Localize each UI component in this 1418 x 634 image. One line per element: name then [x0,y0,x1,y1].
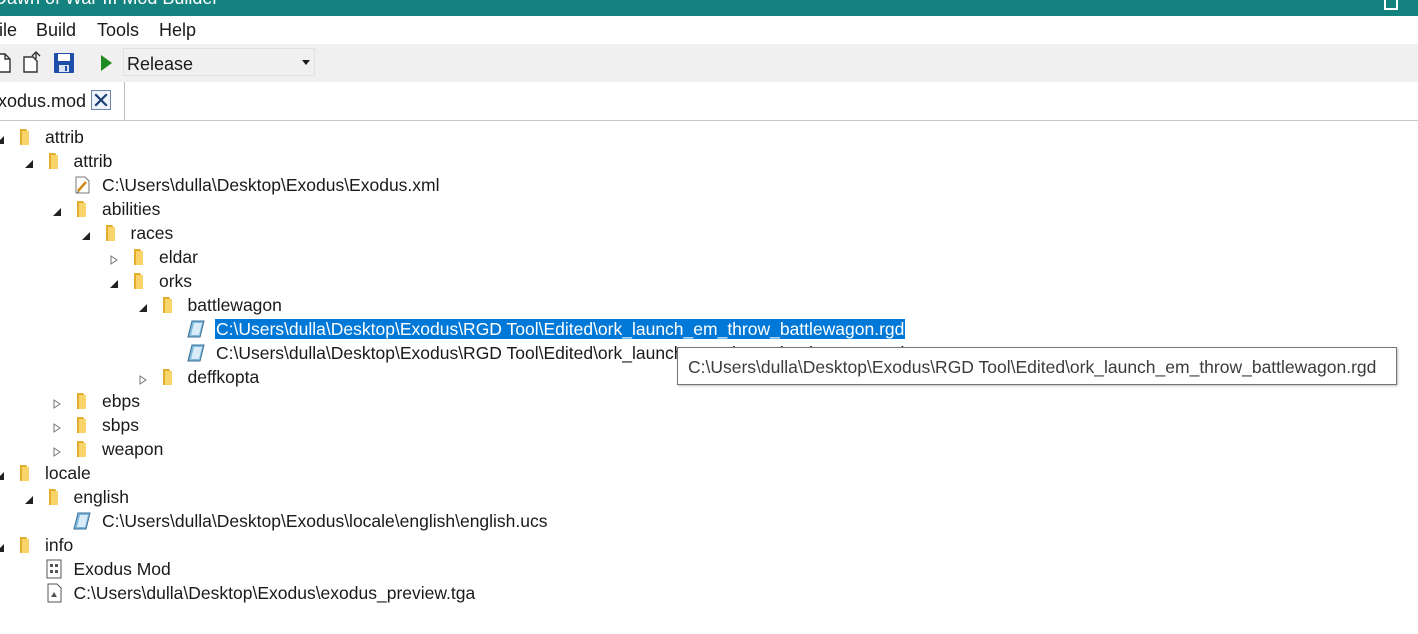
info-file-icon [44,559,64,579]
tree-node-label[interactable]: abilities [101,199,161,219]
menu-bar: ile Build Tools Help [0,16,1418,44]
tree-node-label[interactable]: ebps [101,391,141,411]
expanded-arrow-icon[interactable] [109,276,119,288]
expanded-arrow-icon[interactable] [0,468,5,480]
tree-node-label[interactable]: Exodus Mod [73,559,172,579]
folder-icon [72,415,92,435]
tree-row[interactable]: C:\Users\dulla\Desktop\Exodus\exodus_pre… [0,581,1418,605]
tree-row[interactable]: battlewagon [0,293,1418,317]
tree-node-label[interactable]: C:\Users\dulla\Desktop\Exodus\Exodus.xml [101,175,441,195]
tree-node-label[interactable]: battlewagon [187,295,283,315]
folder-icon [158,367,178,387]
tree-row[interactable]: ebps [0,389,1418,413]
path-tooltip: C:\Users\dulla\Desktop\Exodus\RGD Tool\E… [677,347,1397,385]
menu-file[interactable]: ile [0,20,17,41]
expanded-arrow-icon[interactable] [138,300,148,312]
tab-label: xodus.mod [0,91,87,111]
close-icon[interactable] [91,90,111,110]
tree-node-label[interactable]: C:\Users\dulla\Desktop\Exodus\exodus_pre… [73,583,477,603]
menu-build[interactable]: Build [36,20,76,41]
tree-node-label[interactable]: eldar [158,247,199,267]
run-icon[interactable] [96,51,118,75]
expanded-arrow-icon[interactable] [24,156,34,168]
folder-icon [15,127,35,147]
expanded-arrow-icon[interactable] [24,492,34,504]
tree-node-label[interactable]: english [73,487,130,507]
expanded-arrow-icon[interactable] [52,204,62,216]
tree-node-label[interactable]: weapon [101,439,164,459]
folder-icon [158,295,178,315]
maximize-icon[interactable] [1384,0,1398,10]
tooltip-text: C:\Users\dulla\Desktop\Exodus\RGD Tool\E… [688,357,1377,377]
tree-row[interactable]: abilities [0,197,1418,221]
tree-row[interactable]: attrib [0,149,1418,173]
menu-tools[interactable]: Tools [97,20,139,41]
tree-node-label[interactable]: locale [44,463,92,483]
tree-node-label[interactable]: deffkopta [187,367,261,387]
folder-icon [44,151,64,171]
tree-row[interactable]: locale [0,461,1418,485]
ucs-file-icon [72,511,92,531]
tree-row[interactable]: C:\Users\dulla\Desktop\Exodus\Exodus.xml [0,173,1418,197]
tree-node-label[interactable]: attrib [44,127,85,147]
new-file-icon[interactable] [0,51,14,75]
folder-icon [101,223,121,243]
rgd-file-icon [186,319,206,339]
collapsed-arrow-icon[interactable] [52,396,62,409]
folder-icon [15,463,35,483]
folder-icon [72,391,92,411]
rgd-file-icon [186,343,206,363]
tree-node-label[interactable]: C:\Users\dulla\Desktop\Exodus\locale\eng… [101,511,549,531]
expanded-arrow-icon[interactable] [0,540,5,552]
tree-node-label[interactable]: C:\Users\dulla\Desktop\Exodus\RGD Tool\E… [215,319,906,339]
folder-icon [72,439,92,459]
image-file-icon [44,583,64,603]
window-title: Dawn of War III Mod Builder [0,0,218,9]
tree-row[interactable]: orks [0,269,1418,293]
folder-icon [44,487,64,507]
chevron-down-icon[interactable] [302,60,310,65]
folder-icon [129,271,149,291]
tree-node-label[interactable]: races [130,223,175,243]
tree-row[interactable]: C:\Users\dulla\Desktop\Exodus\locale\eng… [0,509,1418,533]
tree-row[interactable]: Exodus Mod [0,557,1418,581]
tree-node-label[interactable]: attrib [73,151,114,171]
folder-icon [72,199,92,219]
collapsed-arrow-icon[interactable] [52,420,62,433]
collapsed-arrow-icon[interactable] [138,372,148,385]
expanded-arrow-icon[interactable] [0,132,5,144]
tree-node-label[interactable]: info [44,535,74,555]
tree-node-label[interactable]: orks [158,271,193,291]
collapsed-arrow-icon[interactable] [52,444,62,457]
expanded-arrow-icon[interactable] [81,228,91,240]
tree-node-label[interactable]: sbps [101,415,140,435]
tab-strip: xodus.mod [0,82,1418,120]
tree-row[interactable]: attrib [0,125,1418,149]
configuration-value: Release [127,54,194,74]
tree-row[interactable]: english [0,485,1418,509]
configuration-dropdown[interactable]: Release [123,48,315,76]
tree-row[interactable]: info [0,533,1418,557]
folder-icon [15,535,35,555]
tree-row[interactable]: C:\Users\dulla\Desktop\Exodus\RGD Tool\E… [0,317,1418,341]
tree-row[interactable]: sbps [0,413,1418,437]
xml-file-icon [72,175,92,195]
save-icon[interactable] [53,51,75,75]
tab-exodus-mod[interactable]: xodus.mod [0,82,125,120]
collapsed-arrow-icon[interactable] [109,252,119,265]
tree-row[interactable]: eldar [0,245,1418,269]
tree-row[interactable]: weapon [0,437,1418,461]
tree-row[interactable]: races [0,221,1418,245]
menu-help[interactable]: Help [159,20,196,41]
folder-icon [129,247,149,267]
title-bar: Dawn of War III Mod Builder [0,0,1418,16]
open-file-icon[interactable] [21,51,43,75]
